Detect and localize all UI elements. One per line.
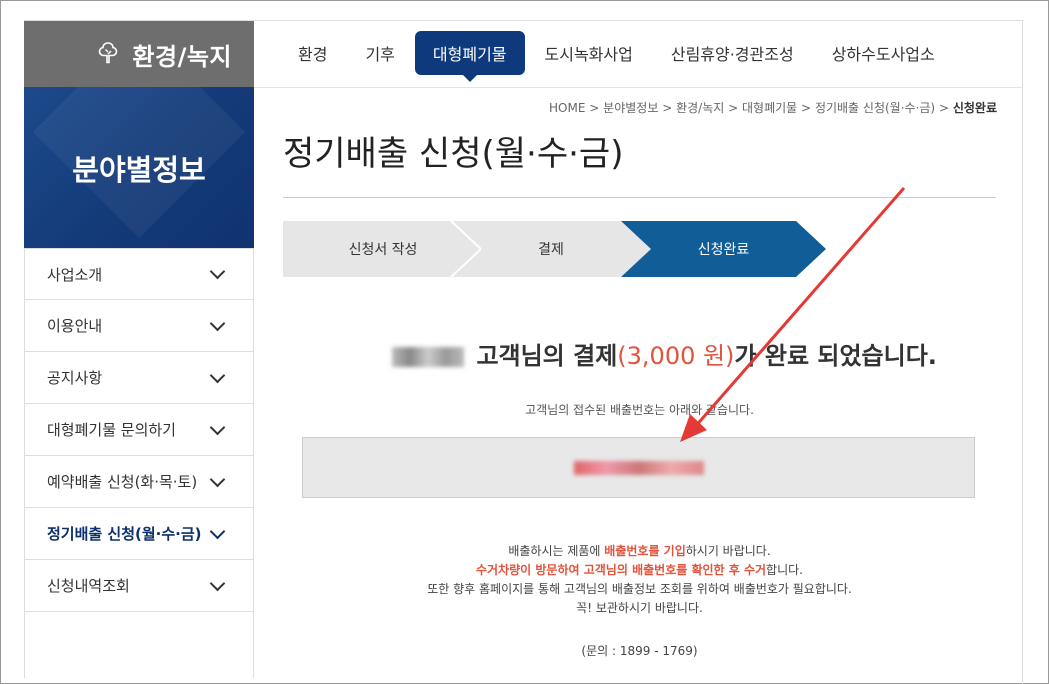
instruction-line-3: 또한 향후 홈페이지를 통해 고객님의 배출정보 조회를 위하여 배출번호가 필… (427, 582, 852, 596)
instruction-line-1: 배출하시는 제품에 배출번호를 기입하시기 바랍니다. (508, 544, 771, 558)
sidebar-item-label: 신청내역조회 (47, 577, 130, 595)
chevron-down-icon (209, 575, 226, 591)
step-complete: 신청완료 (621, 221, 826, 277)
redacted-customer-name (392, 347, 465, 367)
sidebar-filler (24, 612, 254, 678)
chevron-down-icon (209, 315, 226, 331)
contact-info: (문의 : 1899 - 1769) (581, 644, 698, 658)
sidebar-item-label: 대형폐기물 문의하기 (47, 421, 176, 439)
step-payment: 결제 (451, 221, 651, 277)
instruction-line-4: 꼭! 보관하시기 바랍니다. (576, 601, 703, 615)
top-nav: 환경 기후 대형폐기물 도시녹화사업 산림휴양·경관조성 상하수도사업소 (280, 31, 955, 82)
chevron-down-icon (209, 523, 226, 539)
sidebar-item-inquiry[interactable]: 대형폐기물 문의하기 (24, 404, 254, 456)
sidebar-item-label: 사업소개 (47, 265, 103, 284)
nav-item-environment[interactable]: 환경 (280, 31, 345, 75)
sidebar-item-history[interactable]: 신청내역조회 (24, 560, 254, 612)
nav-item-water[interactable]: 상하수도사업소 (814, 31, 953, 75)
breadcrumb-item[interactable]: 정기배출 신청(월·수·금) (815, 101, 935, 115)
page-title: 정기배출 신청(월·수·금) (283, 134, 624, 174)
sidebar-item-label: 이용안내 (47, 317, 103, 335)
breadcrumb-current: 신청완료 (952, 101, 997, 115)
tree-icon (99, 42, 118, 64)
sidebar-item-label: 정기배출 신청(월·수·금) (47, 525, 202, 543)
redacted-disposal-number (573, 460, 704, 475)
completion-message: 고객님의 결제(3,000 원)가 완료 되었습니다. (0, 336, 1049, 371)
number-intro: 고객님의 접수된 배출번호는 아래와 같습니다. (525, 403, 754, 417)
sidebar-item-label: 예약배출 신청(화·목·토) (47, 473, 198, 491)
sidebar-item-intro[interactable]: 사업소개 (24, 248, 254, 300)
chevron-down-icon (209, 419, 226, 435)
breadcrumb: HOME > 분야별정보 > 환경/녹지 > 대형폐기물 > 정기배출 신청(월… (549, 101, 997, 115)
section-title: 분야별정보 (72, 152, 206, 187)
breadcrumb-home[interactable]: HOME (549, 101, 585, 115)
breadcrumb-item[interactable]: 환경/녹지 (676, 101, 724, 115)
nav-item-urban-greening[interactable]: 도시녹화사업 (527, 31, 651, 75)
instructions: 배출하시는 제품에 배출번호를 기입하시기 바랍니다. 수거차량이 방문하여 고… (283, 542, 996, 618)
brand-header[interactable]: 환경/녹지 (24, 21, 254, 87)
breadcrumb-item[interactable]: 대형폐기물 (742, 101, 797, 115)
instruction-line-2: 수거차량이 방문하여 고객님의 배출번호를 확인한 후 수거합니다. (476, 563, 803, 577)
sidebar-item-reserve[interactable]: 예약배출 신청(화·목·토) (24, 456, 254, 508)
sidebar-menu: 사업소개 이용안내 공지사항 대형폐기물 문의하기 예약배출 신청(화·목·토)… (24, 248, 254, 678)
brand-title: 환경/녹지 (132, 42, 232, 71)
disposal-number-box (302, 437, 975, 498)
nav-item-bulky-waste[interactable]: 대형폐기물 (414, 31, 525, 82)
title-divider (283, 197, 996, 198)
sidebar-item-regular[interactable]: 정기배출 신청(월·수·금) (24, 508, 254, 560)
payment-amount: (3,000 원) (617, 342, 735, 370)
step-separator (451, 221, 481, 277)
section-hero: 분야별정보 (24, 87, 254, 248)
chevron-down-icon (209, 471, 226, 487)
nav-divider (254, 87, 1022, 88)
chevron-down-icon (209, 263, 226, 280)
nav-item-climate[interactable]: 기후 (347, 31, 412, 75)
nav-item-forest[interactable]: 산림휴양·경관조성 (653, 31, 812, 75)
breadcrumb-item[interactable]: 분야별정보 (603, 101, 658, 115)
